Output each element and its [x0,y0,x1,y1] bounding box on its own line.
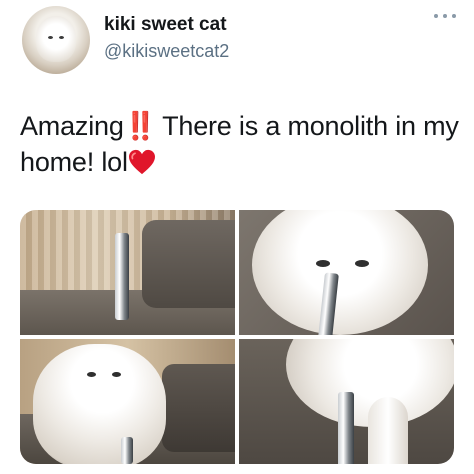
heart-icon [128,149,155,175]
double-exclamation-icon: ‼️ [123,111,158,141]
monolith [121,436,134,464]
photo-2[interactable] [239,210,454,335]
photo-grid [20,210,454,464]
photo-4[interactable] [239,339,454,464]
cat [251,210,429,335]
author-name[interactable]: kiki sweet cat [104,14,227,36]
monolith [337,391,354,464]
tweet: kiki sweet cat @kikisweetcat2 Amazing‼️ … [0,0,474,474]
avatar-eye [48,36,53,39]
photo-3[interactable] [20,339,235,464]
author-handle[interactable]: @kikisweetcat2 [104,41,229,62]
photo-1[interactable] [20,210,235,335]
cat [32,344,167,464]
avatar-eye [59,36,64,39]
monolith [114,232,129,320]
tweet-text: Amazing‼️ There is a monolith in my home… [20,108,460,180]
avatar-cat [36,16,76,62]
more-dots-icon[interactable] [434,10,456,22]
tweet-text-part1: Amazing [20,111,124,141]
avatar[interactable] [22,6,90,74]
